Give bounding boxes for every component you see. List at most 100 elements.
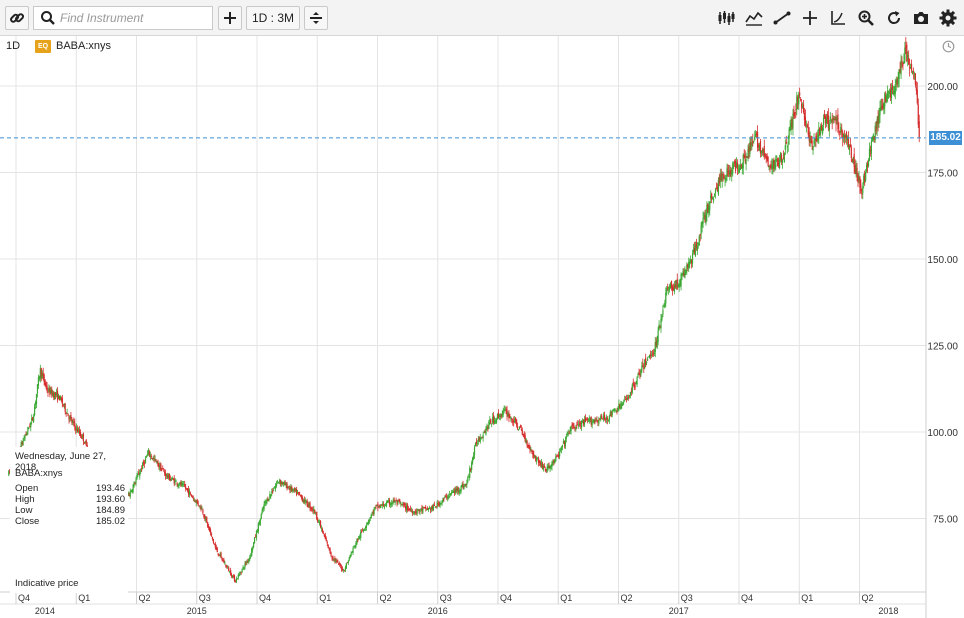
candle-body bbox=[767, 156, 769, 166]
candle-body bbox=[368, 519, 370, 523]
candle-body bbox=[463, 485, 465, 490]
info-date: Wednesday, June 27, 2018 bbox=[15, 451, 107, 473]
indicators-icon bbox=[745, 11, 763, 26]
candle-body bbox=[249, 557, 251, 560]
screenshot-button[interactable] bbox=[909, 6, 933, 30]
year-tick-label: 2015 bbox=[187, 606, 207, 616]
settings-button[interactable] bbox=[936, 6, 960, 30]
candle-body bbox=[328, 547, 330, 549]
candle-body bbox=[347, 561, 349, 564]
candle-body bbox=[508, 413, 510, 419]
candle-body bbox=[153, 458, 155, 460]
candle-body bbox=[559, 451, 561, 457]
candle-body bbox=[236, 578, 238, 580]
search-box[interactable] bbox=[33, 6, 213, 30]
quarter-tick-label: Q3 bbox=[199, 593, 211, 603]
chart-type-button[interactable] bbox=[826, 6, 850, 30]
candle-body bbox=[296, 488, 298, 495]
candle-body bbox=[400, 503, 402, 505]
candle-body bbox=[133, 482, 135, 487]
candle-body bbox=[345, 563, 347, 569]
candle-body bbox=[197, 501, 199, 506]
candle-body bbox=[291, 487, 293, 492]
candle-body bbox=[726, 168, 728, 177]
toolbar: 1D : 3M bbox=[0, 0, 964, 36]
add-instrument-button[interactable] bbox=[218, 6, 242, 30]
candle-body bbox=[223, 559, 225, 564]
candle-body bbox=[146, 454, 149, 456]
candle-body bbox=[85, 439, 87, 446]
candle-body bbox=[23, 438, 25, 440]
candle-body bbox=[238, 573, 240, 576]
crosshair-button[interactable] bbox=[798, 6, 822, 30]
info-label: Close bbox=[15, 516, 40, 527]
candle-body bbox=[434, 507, 436, 508]
candle-body bbox=[404, 504, 406, 505]
candlestick-button[interactable] bbox=[714, 6, 738, 30]
quarter-tick-label: Q4 bbox=[741, 593, 753, 603]
candle-body bbox=[241, 568, 243, 572]
search-input[interactable] bbox=[56, 11, 204, 25]
candle-body bbox=[374, 506, 376, 509]
candle-body bbox=[783, 153, 785, 162]
candle-body bbox=[685, 269, 687, 273]
refresh-button[interactable] bbox=[882, 6, 906, 30]
candle-body bbox=[812, 146, 814, 151]
candle-body bbox=[426, 509, 428, 511]
candle-body bbox=[611, 410, 613, 416]
price-chart[interactable]: 200.00 175.00 150.00 125.00 100.00 75.00 Q4 Q1… bbox=[0, 36, 964, 618]
quarter-tick-label: Q2 bbox=[621, 593, 633, 603]
candle-body bbox=[891, 85, 894, 91]
indicators-button[interactable] bbox=[742, 6, 766, 30]
candle-body bbox=[253, 537, 256, 544]
candle-body bbox=[564, 440, 566, 447]
interval-button[interactable]: 1D : 3M bbox=[246, 6, 300, 30]
candle-body bbox=[745, 159, 747, 165]
candle-body bbox=[572, 423, 574, 426]
candle-body bbox=[914, 73, 916, 85]
candle-body bbox=[309, 502, 311, 509]
candle-body bbox=[841, 130, 843, 133]
candle-body bbox=[361, 531, 363, 532]
quarter-tick-label: Q3 bbox=[440, 593, 452, 603]
candle-body bbox=[616, 411, 618, 413]
candle-body bbox=[565, 436, 567, 439]
candle-body bbox=[339, 563, 341, 565]
candle-body bbox=[144, 458, 147, 463]
candle-body bbox=[316, 511, 318, 519]
candle-body bbox=[192, 498, 194, 499]
link-button[interactable] bbox=[5, 6, 29, 30]
clock-icon bbox=[942, 40, 955, 53]
candle-body bbox=[615, 410, 617, 412]
candle-body bbox=[162, 468, 164, 470]
candle-body bbox=[409, 508, 412, 511]
candle-body bbox=[363, 529, 366, 531]
candle-body bbox=[383, 504, 385, 506]
candle-body bbox=[35, 393, 38, 404]
clock-button[interactable] bbox=[942, 40, 955, 58]
candle-body bbox=[418, 509, 420, 511]
candle-body bbox=[270, 494, 272, 496]
candles-layer bbox=[8, 37, 920, 584]
zoom-button[interactable] bbox=[854, 6, 878, 30]
candle-body bbox=[317, 518, 319, 522]
candle-body bbox=[243, 567, 245, 569]
candle-body bbox=[721, 176, 723, 182]
candle-body bbox=[696, 246, 698, 251]
candle-body bbox=[910, 64, 913, 71]
info-symbol: BABA:xnys bbox=[15, 468, 63, 479]
compare-button[interactable] bbox=[304, 6, 328, 30]
candle-body bbox=[568, 432, 570, 434]
zoom-icon bbox=[858, 10, 874, 26]
draw-line-button[interactable] bbox=[770, 6, 794, 30]
candle-body bbox=[709, 201, 711, 210]
candle-body bbox=[778, 159, 781, 168]
candle-body bbox=[263, 504, 265, 509]
candle-body bbox=[632, 382, 634, 384]
candle-body bbox=[908, 58, 910, 65]
candle-body bbox=[668, 289, 670, 291]
candle-body bbox=[662, 309, 664, 315]
candle-body bbox=[228, 567, 230, 572]
instrument-symbol[interactable]: BABA:xnys bbox=[56, 40, 111, 52]
info-low-row: Low 184.89 bbox=[15, 505, 125, 516]
